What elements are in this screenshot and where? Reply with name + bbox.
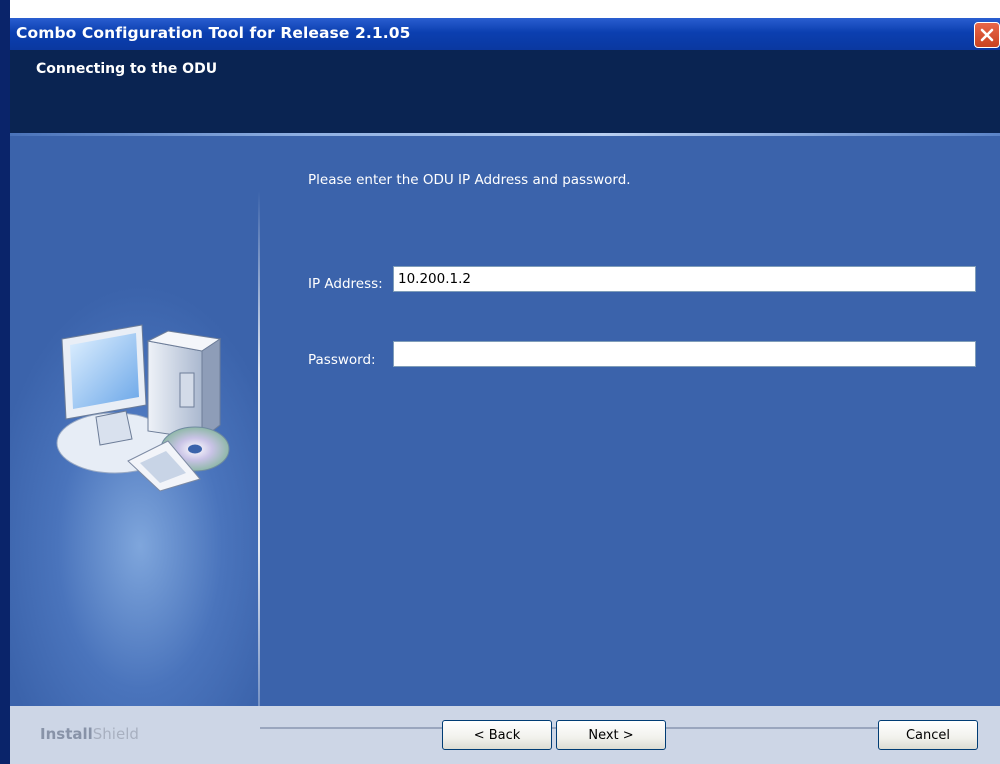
wizard-header: Connecting to the ODU [10,50,1000,133]
panel-divider [258,191,260,706]
side-panel [10,136,258,706]
close-icon [980,28,994,42]
installshield-logo-part2: Shield [92,725,139,743]
wizard-footer: InstallShield < Back Next > Cancel [10,706,1000,764]
installshield-logo: InstallShield [40,725,139,743]
ip-address-input[interactable] [393,266,976,292]
password-input[interactable] [393,341,976,367]
close-button[interactable] [974,22,1000,48]
installshield-logo-part1: Install [40,725,93,743]
wizard-body: Please enter the ODU IP Address and pass… [10,136,1000,706]
window-border [0,0,10,764]
computer-icon [56,324,230,492]
step-title: Connecting to the ODU [36,61,218,77]
password-label: Password: [308,352,376,368]
title-bar[interactable]: Combo Configuration Tool for Release 2.1… [10,18,1000,50]
next-button[interactable]: Next > [556,720,666,750]
back-button[interactable]: < Back [442,720,552,750]
instruction-text: Please enter the ODU IP Address and pass… [308,172,631,188]
ip-address-label: IP Address: [308,276,383,292]
cancel-button[interactable]: Cancel [878,720,978,750]
window-title: Combo Configuration Tool for Release 2.1… [16,24,411,42]
